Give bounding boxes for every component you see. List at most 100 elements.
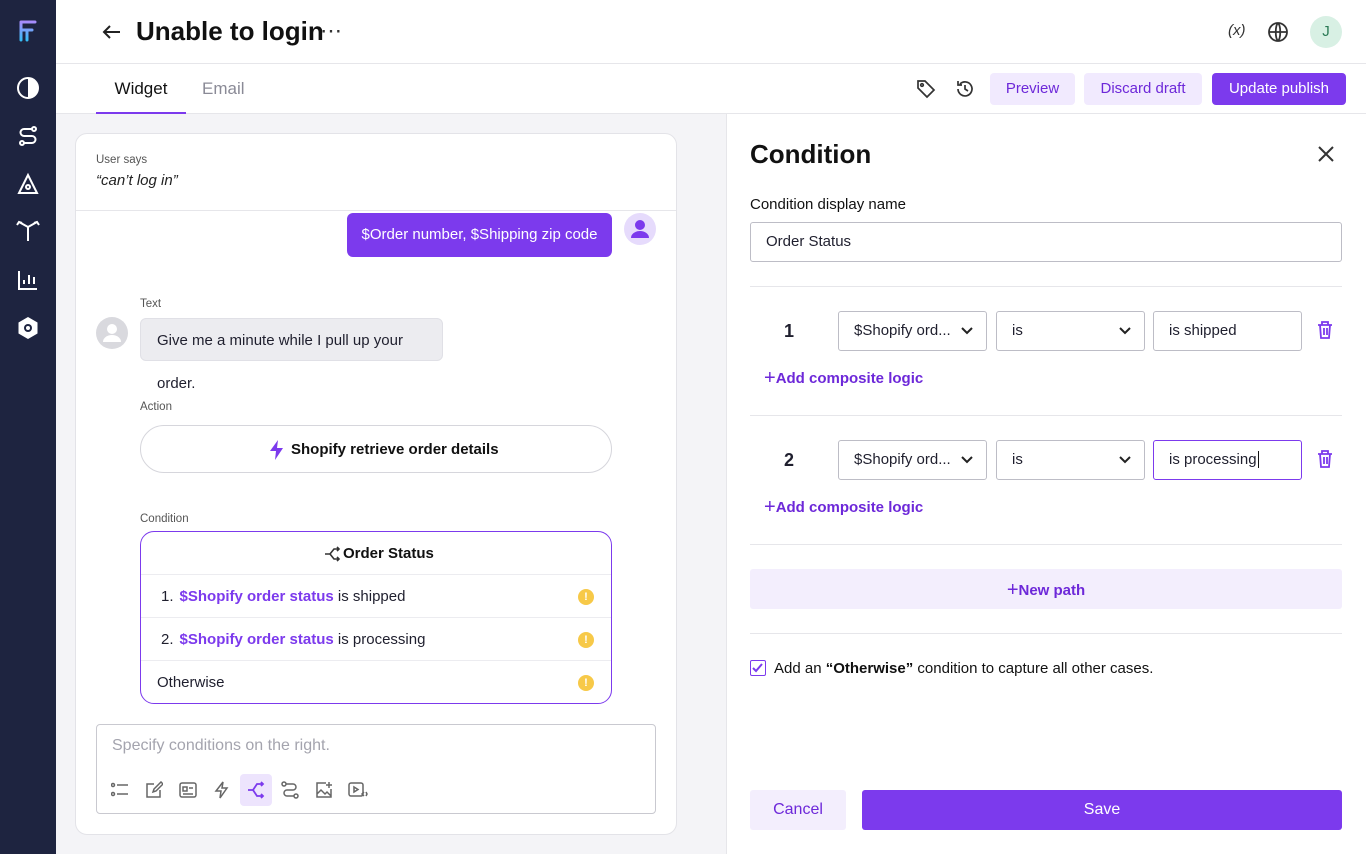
otherwise-text-bold: “Otherwise”: [825, 660, 914, 677]
warning-icon: !: [578, 675, 594, 691]
route-icon[interactable]: [276, 776, 304, 804]
text-label: Text: [140, 298, 162, 310]
otherwise-description: Add an “Otherwise” condition to capture …: [774, 660, 1153, 677]
user-says-text: “can’t log in”: [96, 172, 178, 189]
image-add-icon[interactable]: [310, 776, 338, 804]
add-composite-logic-button[interactable]: +Add composite logic: [764, 366, 923, 389]
half-circle-icon[interactable]: [14, 74, 42, 102]
condition-node-title: Order Status: [343, 545, 434, 562]
add-composite-label: Add composite logic: [775, 370, 924, 387]
operator-select-value: is: [1012, 322, 1023, 339]
operator-select[interactable]: is: [996, 311, 1145, 351]
action-label: Action: [140, 401, 172, 413]
row-variable: $Shopify order status: [179, 631, 334, 648]
warning-icon: !: [578, 589, 594, 605]
action-name: Shopify retrieve order details: [291, 441, 499, 458]
new-path-button[interactable]: +New path: [750, 569, 1342, 609]
divider: [750, 286, 1342, 287]
close-icon[interactable]: [1314, 142, 1338, 166]
field-select[interactable]: $Shopify ord...: [838, 440, 987, 480]
condition-row[interactable]: 1. $Shopify order status is shipped !: [141, 574, 611, 617]
tab-widget[interactable]: Widget: [96, 64, 186, 114]
plus-icon: +: [1006, 579, 1019, 601]
divider: [750, 415, 1342, 416]
value-input[interactable]: is shipped: [1153, 311, 1302, 351]
row-number: 2.: [161, 631, 174, 648]
chevron-down-icon: [1118, 441, 1132, 494]
operator-select-value: is: [1012, 451, 1023, 468]
divider: [76, 210, 676, 211]
panel-title: Condition: [750, 139, 872, 169]
history-icon[interactable]: [955, 79, 975, 99]
row-value: is processing: [337, 631, 426, 648]
condition-node[interactable]: Order Status 1. $Shopify order status is …: [140, 531, 612, 704]
video-code-icon[interactable]: [344, 776, 372, 804]
lightning-icon: [269, 440, 287, 460]
page-title: Unable to login: [136, 16, 324, 46]
otherwise-text-pre: Add an: [774, 660, 826, 677]
condition-row-otherwise[interactable]: Otherwise !: [141, 660, 611, 703]
bot-text-message[interactable]: Give me a minute while I pull up your or…: [140, 318, 443, 392]
user-avatar-icon: [624, 213, 656, 245]
variables-icon[interactable]: (x): [1228, 22, 1246, 39]
otherwise-label: Otherwise: [157, 674, 225, 691]
composer-placeholder: Specify conditions on the right.: [112, 737, 330, 754]
settings-hex-icon[interactable]: [14, 314, 42, 342]
otherwise-text-post: condition to capture all other cases.: [913, 660, 1154, 677]
otherwise-checkbox[interactable]: [750, 660, 766, 676]
tab-email[interactable]: Email: [202, 64, 245, 114]
save-button[interactable]: Save: [862, 790, 1342, 830]
field-select-value: $Shopify ord...: [854, 322, 951, 339]
left-nav-rail: [0, 0, 56, 854]
form-icon[interactable]: [174, 776, 202, 804]
value-input-text: is processing: [1169, 451, 1257, 468]
list-icon[interactable]: [106, 776, 134, 804]
condition-label: Condition: [140, 513, 189, 525]
tag-icon[interactable]: [916, 79, 936, 99]
discard-draft-button[interactable]: Discard draft: [1084, 73, 1202, 105]
checkmark-icon: [752, 663, 763, 673]
chevron-down-icon: [960, 312, 974, 365]
action-node[interactable]: Shopify retrieve order details: [140, 425, 612, 473]
new-path-label: New path: [1018, 582, 1086, 599]
operator-select[interactable]: is: [996, 440, 1145, 480]
bot-avatar-icon: [96, 317, 128, 349]
back-arrow-icon[interactable]: [100, 20, 124, 44]
trash-icon[interactable]: [1317, 450, 1335, 470]
field-select-value: $Shopify ord...: [854, 451, 951, 468]
value-input-focused[interactable]: is processing: [1153, 440, 1302, 480]
more-options-icon[interactable]: ⋯: [320, 18, 343, 44]
user-input-bubble[interactable]: $Order number, $Shipping zip code: [347, 213, 612, 257]
user-avatar[interactable]: J: [1310, 16, 1342, 48]
condition-row[interactable]: 2. $Shopify order status is processing !: [141, 617, 611, 660]
text-cursor: [1257, 451, 1259, 468]
row-variable: $Shopify order status: [179, 588, 334, 605]
top-header: Unable to login ⋯ (x) J: [56, 0, 1366, 64]
condition-number: 2: [784, 450, 795, 470]
lightning-tool-icon[interactable]: [208, 776, 236, 804]
brand-logo-icon[interactable]: [14, 17, 42, 45]
chevron-down-icon: [960, 441, 974, 494]
divider: [750, 544, 1342, 545]
trash-icon[interactable]: [1317, 321, 1335, 341]
condition-tool-icon[interactable]: [240, 774, 272, 806]
triangle-icon[interactable]: [14, 170, 42, 198]
workflow-icon[interactable]: [14, 122, 42, 150]
branch-icon: [323, 545, 341, 563]
globe-icon[interactable]: [1267, 21, 1289, 43]
cancel-button[interactable]: Cancel: [750, 790, 846, 830]
chevron-down-icon: [1118, 312, 1132, 365]
edit-icon[interactable]: [140, 776, 168, 804]
tabs-bar: Widget Email Preview Discard draft Updat…: [56, 64, 1366, 114]
analytics-icon[interactable]: [14, 266, 42, 294]
display-name-input[interactable]: Order Status: [750, 222, 1342, 262]
user-says-label: User says: [96, 154, 148, 166]
add-composite-logic-button[interactable]: +Add composite logic: [764, 495, 923, 518]
row-value: is shipped: [337, 588, 406, 605]
display-name-label: Condition display name: [750, 196, 906, 213]
field-select[interactable]: $Shopify ord...: [838, 311, 987, 351]
update-publish-button[interactable]: Update publish: [1212, 73, 1346, 105]
condition-number: 1: [784, 321, 795, 341]
preview-button[interactable]: Preview: [990, 73, 1075, 105]
split-arrows-icon[interactable]: [14, 216, 42, 244]
